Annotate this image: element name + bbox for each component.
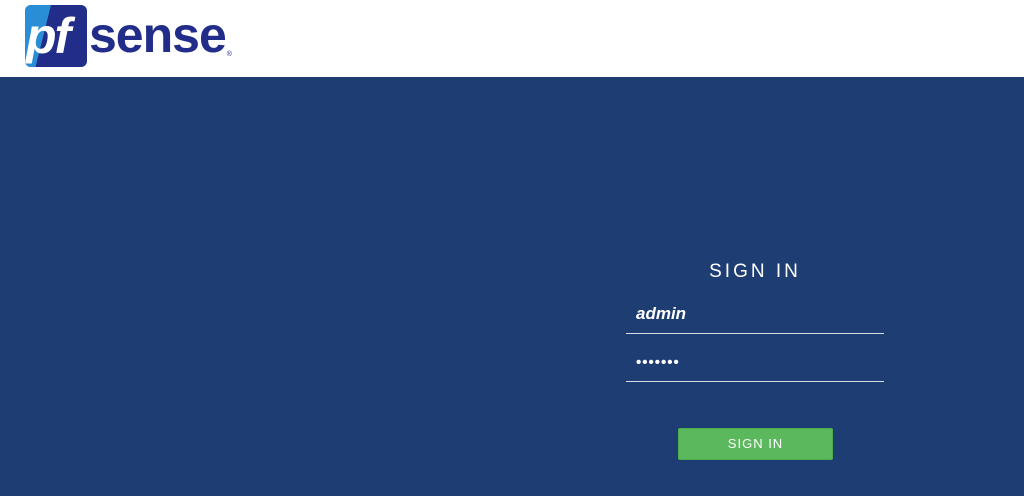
username-input[interactable] (626, 285, 884, 333)
registered-mark: ® (226, 51, 232, 58)
pfsense-logo-icon[interactable]: pf sense ® (25, 3, 232, 67)
sign-in-button[interactable]: SIGN IN (678, 428, 833, 460)
logo-mark-text: pf (26, 8, 71, 64)
password-field-wrapper (626, 333, 884, 382)
logo-mark: pf (25, 5, 87, 67)
login-title: SIGN IN (709, 261, 801, 282)
login-form: SIGN IN SIGN IN (626, 258, 884, 460)
username-field-wrapper (626, 285, 884, 334)
logo-wordmark: sense (89, 7, 227, 63)
header-bar: pf sense ® (0, 0, 1024, 77)
password-input[interactable] (626, 333, 884, 381)
